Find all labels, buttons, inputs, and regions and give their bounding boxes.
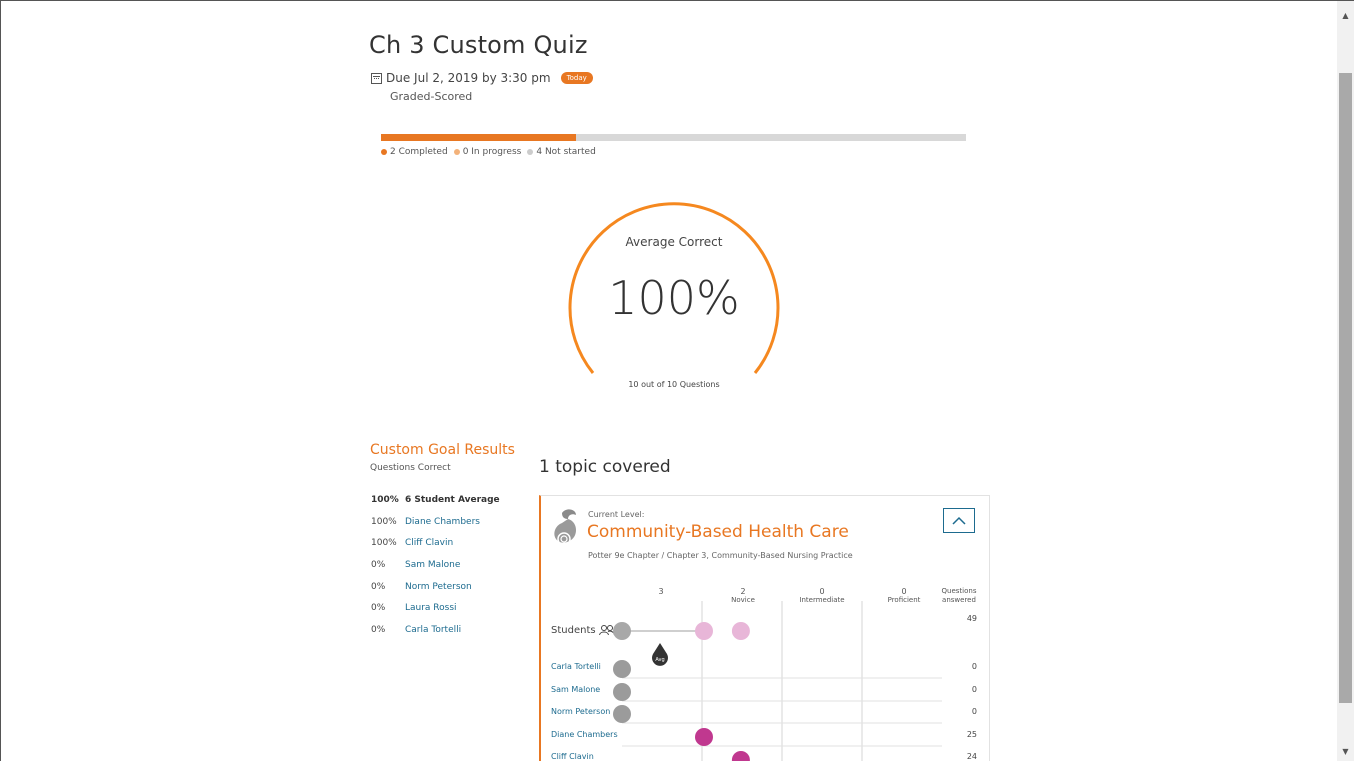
goal-row[interactable]: 100% Diane Chambers xyxy=(371,517,500,539)
student-level-dot xyxy=(731,751,750,761)
in-progress-dot-icon xyxy=(453,149,460,155)
student-level-dot xyxy=(613,705,631,723)
gauge-subtext: 10 out of 10 Questions xyxy=(628,380,720,389)
student-level-dot xyxy=(613,683,631,701)
goal-results-subtitle: Questions Correct xyxy=(370,463,451,473)
row-answered-count: 24 xyxy=(966,752,977,761)
goal-results-list: 100% 6 Student Average 100% Diane Chambe… xyxy=(371,495,500,647)
topic-name[interactable]: Community-Based Health Care xyxy=(587,522,849,542)
topics-heading: 1 topic covered xyxy=(539,457,671,477)
column-header: 3 xyxy=(631,587,691,596)
row-answered-count: 0 xyxy=(971,685,977,694)
goal-row[interactable]: 0% Sam Malone xyxy=(371,560,500,582)
goal-name: 6 Student Average xyxy=(405,495,500,505)
legend-in-progress-label: 0 In progress xyxy=(462,147,522,157)
legend-not-started: 4 Not started xyxy=(527,147,596,157)
students-dot xyxy=(613,622,631,640)
column-count: 2 xyxy=(740,587,746,596)
progress-legend: 2 Completed 0 In progress 4 Not started xyxy=(381,147,602,157)
row-answered-count: 0 xyxy=(971,707,977,716)
scroll-down-arrow-icon[interactable]: ▼ xyxy=(1337,743,1354,760)
goal-row[interactable]: 0% Carla Tortelli xyxy=(371,625,500,647)
grading-type: Graded-Scored xyxy=(390,90,473,103)
goal-pct: 100% xyxy=(371,495,399,505)
student-row-link[interactable]: Cliff Clavin xyxy=(551,752,594,761)
row-answered-count: 25 xyxy=(966,730,977,739)
student-level-dot xyxy=(613,660,631,678)
goal-row[interactable]: 0% Laura Rossi xyxy=(371,603,500,625)
goal-row-average: 100% 6 Student Average xyxy=(371,495,500,517)
legend-in-progress: 0 In progress xyxy=(453,147,522,157)
goal-pct: 0% xyxy=(371,625,386,636)
chameleon-logo-icon xyxy=(554,509,576,546)
current-level-label: Current Level: xyxy=(588,510,645,519)
column-count: 0 xyxy=(819,587,825,596)
students-dot xyxy=(731,622,750,640)
chevron-up-icon xyxy=(952,516,966,525)
goal-row[interactable]: 0% Norm Peterson xyxy=(371,582,500,604)
student-row-link[interactable]: Diane Chambers xyxy=(551,730,618,739)
collapse-button[interactable] xyxy=(943,508,975,533)
topic-path: Potter 9e Chapter / Chapter 3, Community… xyxy=(588,551,853,560)
not-started-dot-icon xyxy=(527,149,534,155)
goal-pct: 0% xyxy=(371,603,386,614)
student-level-dot xyxy=(695,728,713,746)
student-link[interactable]: Sam Malone xyxy=(405,560,460,582)
legend-not-started-label: 4 Not started xyxy=(536,147,596,157)
gauge-value: 100% xyxy=(608,271,740,325)
goal-pct: 0% xyxy=(371,560,386,571)
completion-progress-bar xyxy=(381,134,966,141)
scrollbar-thumb[interactable] xyxy=(1339,73,1352,703)
vertical-scrollbar[interactable]: ▲ ▼ xyxy=(1337,1,1354,761)
legend-completed-label: 2 Completed xyxy=(390,147,448,157)
due-date-row: Due Jul 2, 2019 by 3:30 pm Today xyxy=(371,71,593,85)
student-link[interactable]: Laura Rossi xyxy=(405,603,457,625)
completed-dot-icon xyxy=(381,149,387,155)
row-answered-count: 0 xyxy=(971,662,977,671)
students-dot xyxy=(695,622,713,640)
student-link[interactable]: Norm Peterson xyxy=(405,582,472,604)
goal-pct: 100% xyxy=(371,538,397,549)
page: Ch 3 Custom Quiz Due Jul 2, 2019 by 3:30… xyxy=(0,0,1354,761)
legend-completed: 2 Completed xyxy=(381,147,448,157)
progress-fill xyxy=(381,134,576,141)
gauge-label: Average Correct xyxy=(625,235,723,249)
due-date: Due Jul 2, 2019 by 3:30 pm xyxy=(386,71,551,85)
student-row-link[interactable]: Norm Peterson xyxy=(551,707,610,716)
student-row-link[interactable]: Carla Tortelli xyxy=(551,662,601,671)
student-link[interactable]: Carla Tortelli xyxy=(405,625,461,647)
student-link[interactable]: Cliff Clavin xyxy=(405,538,453,560)
column-count: 0 xyxy=(901,587,907,596)
scroll-up-arrow-icon[interactable]: ▲ xyxy=(1337,7,1354,24)
average-marker-label: Avg xyxy=(655,657,664,663)
student-row-link[interactable]: Sam Malone xyxy=(551,685,600,694)
goal-row[interactable]: 100% Cliff Clavin xyxy=(371,538,500,560)
calendar-icon xyxy=(371,72,382,84)
goal-results-title: Custom Goal Results xyxy=(370,442,515,458)
page-title: Ch 3 Custom Quiz xyxy=(369,31,588,59)
goal-pct: 0% xyxy=(371,581,386,592)
goal-pct: 100% xyxy=(371,516,397,527)
student-link[interactable]: Diane Chambers xyxy=(405,517,480,539)
column-count: 3 xyxy=(658,587,664,596)
today-badge: Today xyxy=(560,72,593,84)
